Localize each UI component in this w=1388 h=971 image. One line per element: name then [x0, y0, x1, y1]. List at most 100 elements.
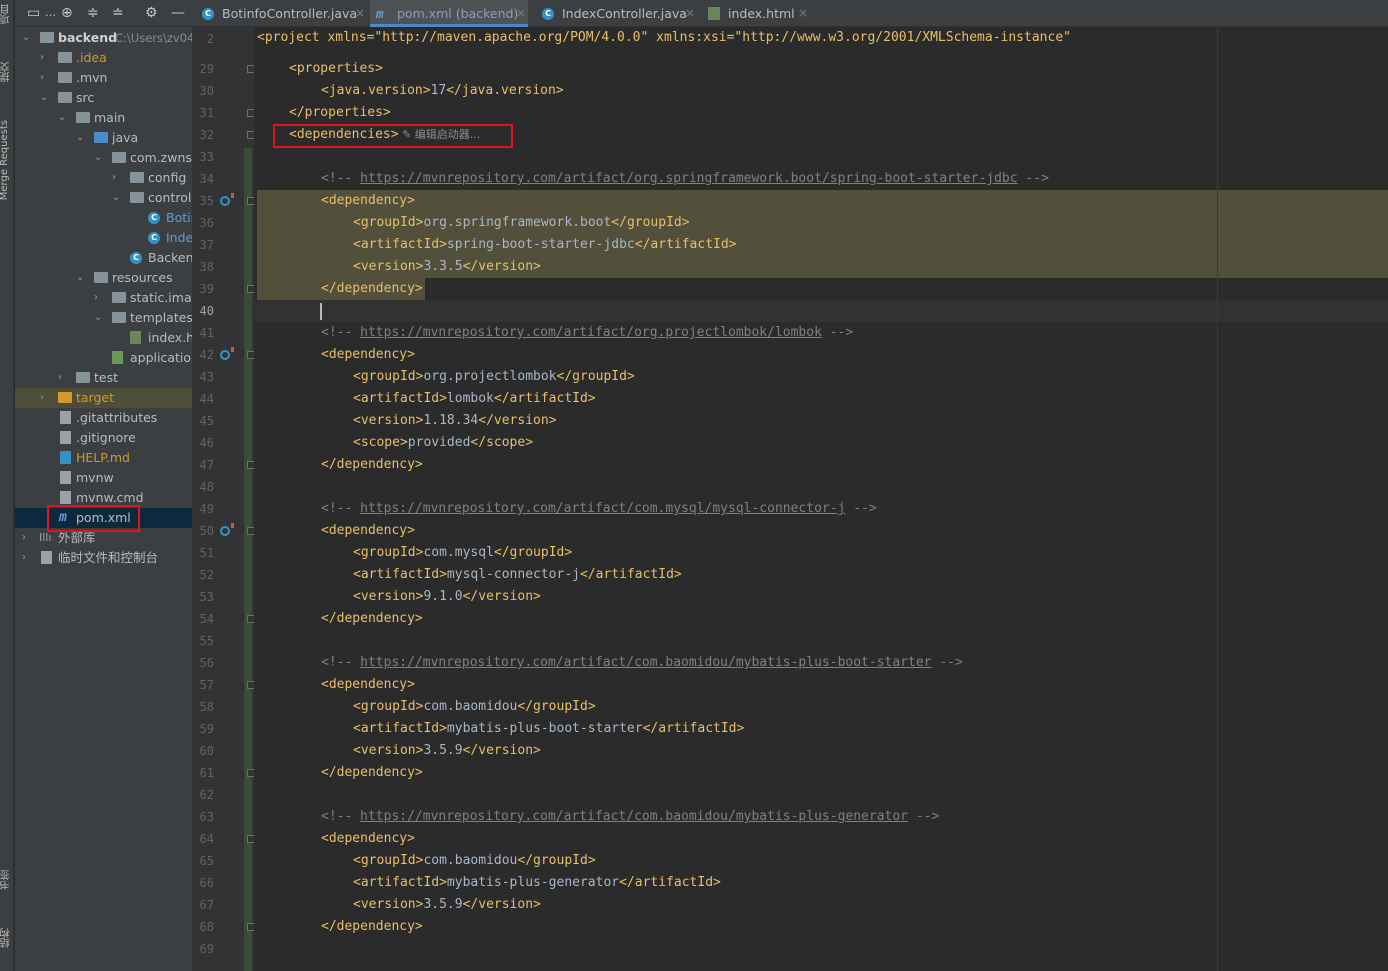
tree-item-mvn[interactable]: › .mvn	[15, 68, 192, 88]
tool-bookmarks[interactable]: 书签	[0, 870, 15, 890]
tree-item-botinfo-class[interactable]: C Botir	[15, 208, 192, 228]
chevron-down-icon[interactable]: ⌄	[40, 88, 48, 108]
chevron-right-icon[interactable]: ›	[94, 288, 98, 308]
xml-tag: <groupId>	[353, 215, 424, 230]
close-icon[interactable]: ×	[516, 0, 526, 27]
tree-item-index-html[interactable]: index.ht	[15, 328, 192, 348]
tree-root[interactable]: ⌄ backend C:\Users\zv04	[15, 28, 192, 48]
dependency-update-icon[interactable]	[220, 347, 234, 360]
tree-item-index-class[interactable]: C Inde	[15, 228, 192, 248]
tree-item-templates[interactable]: ⌄ templates.j	[15, 308, 192, 328]
xml-text: 17	[430, 83, 447, 98]
close-icon[interactable]: ×	[685, 0, 695, 27]
tab-pom-xml[interactable]: m pom.xml (backend) ×	[370, 0, 528, 27]
xml-tag: <properties>	[289, 61, 383, 76]
tool-merge-requests[interactable]: Merge Requests	[0, 120, 15, 200]
tree-item-idea[interactable]: › .idea	[15, 48, 192, 68]
xml-text: com.baomidou	[423, 699, 518, 714]
tab-index-controller[interactable]: C IndexController.java ×	[536, 0, 696, 27]
tree-item-main[interactable]: ⌄ main	[15, 108, 192, 128]
hide-icon[interactable]: —	[171, 5, 185, 21]
xml-tag: <dependency>	[321, 347, 415, 362]
xml-tag: </dependency>	[321, 457, 423, 472]
tree-item-src[interactable]: ⌄ src	[15, 88, 192, 108]
tree-item-scratches[interactable]: › 临时文件和控制台	[15, 548, 192, 568]
gear-icon[interactable]: ⚙	[145, 5, 158, 21]
tree-item-backend-app[interactable]: C Backen	[15, 248, 192, 268]
chevron-down-icon[interactable]: ⌄	[22, 28, 30, 48]
code-line-54: </dependency>	[321, 608, 423, 630]
project-view-icon[interactable]: ▭	[27, 5, 40, 21]
chevron-right-icon[interactable]: ›	[112, 168, 116, 188]
xml-tag: <scope>	[353, 435, 408, 450]
comment-link[interactable]: https://mvnrepository.com/artifact/com.b…	[360, 655, 931, 670]
line-number: 35	[199, 194, 214, 208]
class-icon: C	[202, 8, 214, 20]
comment-link[interactable]: https://mvnrepository.com/artifact/com.m…	[360, 501, 845, 516]
tree-item-resources[interactable]: ⌄ resources	[15, 268, 192, 288]
chevron-down-icon[interactable]: ⌄	[58, 108, 66, 128]
file-icon	[60, 411, 71, 424]
expand-all-icon[interactable]: ≑	[87, 5, 99, 21]
collapse-all-icon[interactable]: ≐	[112, 5, 124, 21]
comment-link[interactable]: https://mvnrepository.com/artifact/org.s…	[360, 171, 1017, 186]
code-line-37: <artifactId>spring-boot-starter-jdbc</ar…	[353, 234, 737, 256]
locate-icon[interactable]: ⊕	[61, 5, 73, 21]
tab-label: BotinfoController.java	[222, 6, 358, 21]
code-line-51: <groupId>com.mysql</groupId>	[353, 542, 572, 564]
chevron-down-icon[interactable]: ⌄	[94, 308, 102, 328]
tree-item-java[interactable]: ⌄ java	[15, 128, 192, 148]
xml-tag: <artifactId>	[353, 237, 447, 252]
chevron-right-icon[interactable]: ›	[40, 48, 44, 68]
code-line-57: <dependency>	[321, 674, 415, 696]
code-line-43: <groupId>org.projectlombok</groupId>	[353, 366, 635, 388]
chevron-right-icon[interactable]: ›	[22, 528, 26, 548]
close-icon[interactable]: ×	[355, 0, 365, 27]
comment: -->	[931, 655, 963, 670]
chevron-down-icon[interactable]: ⌄	[94, 148, 102, 168]
chevron-right-icon[interactable]: ›	[40, 68, 44, 88]
tree-item-test[interactable]: › test	[15, 368, 192, 388]
comment-link[interactable]: https://mvnrepository.com/artifact/org.p…	[360, 325, 822, 340]
tool-structure[interactable]: 结构	[0, 928, 15, 948]
code-line-34: <!-- https://mvnrepository.com/artifact/…	[321, 168, 1049, 190]
comment-link[interactable]: https://mvnrepository.com/artifact/com.b…	[360, 809, 908, 824]
annotation-box-dependencies	[273, 124, 513, 148]
more-icon[interactable]: …	[45, 5, 56, 21]
comment: <!--	[321, 655, 361, 670]
chevron-right-icon[interactable]: ›	[58, 368, 62, 388]
tree-root-label: backend	[58, 30, 118, 45]
line-number: 49	[199, 502, 214, 516]
tool-project[interactable]: 项目	[0, 4, 15, 24]
xml-tag: </dependency>	[321, 611, 423, 626]
tree-item-target[interactable]: › target	[15, 388, 192, 408]
tree-item-gitattributes[interactable]: .gitattributes	[15, 408, 192, 428]
chevron-right-icon[interactable]: ›	[40, 388, 44, 408]
chevron-down-icon[interactable]: ⌄	[76, 128, 84, 148]
tree-item-help-md[interactable]: HELP.md	[15, 448, 192, 468]
close-icon[interactable]: ×	[798, 0, 808, 27]
tree-item-gitignore[interactable]: .gitignore	[15, 428, 192, 448]
chevron-right-icon[interactable]: ›	[22, 548, 26, 568]
dependency-update-icon[interactable]	[220, 193, 234, 206]
xml-tag: </version>	[478, 413, 557, 428]
line-number: 51	[199, 546, 214, 560]
tree-item-mvnw[interactable]: mvnw	[15, 468, 192, 488]
tree-item-static[interactable]: › static.imag	[15, 288, 192, 308]
tree-item-application[interactable]: applicatior	[15, 348, 192, 368]
xml-text: org.projectlombok	[423, 369, 557, 384]
tab-index-html[interactable]: index.html ×	[704, 0, 812, 27]
tab-botinfo-controller[interactable]: C BotinfoController.java ×	[198, 0, 366, 27]
tree-item-package[interactable]: ⌄ com.zwnsy	[15, 148, 192, 168]
html-file-icon	[708, 7, 720, 20]
dependency-update-icon[interactable]	[220, 523, 234, 536]
chevron-down-icon[interactable]: ⌄	[76, 268, 84, 288]
tree-item-config[interactable]: › config	[15, 168, 192, 188]
chevron-down-icon[interactable]: ⌄	[112, 188, 120, 208]
code-lines[interactable]: <project xmlns="http://maven.apache.org/…	[257, 27, 1388, 971]
tool-commit[interactable]: 提交	[0, 62, 15, 82]
code-line-35: <dependency>	[321, 190, 415, 212]
tree-item-controller[interactable]: ⌄ controll	[15, 188, 192, 208]
tree-item-label: HELP.md	[76, 450, 130, 465]
vcs-change-marker[interactable]	[244, 148, 252, 971]
